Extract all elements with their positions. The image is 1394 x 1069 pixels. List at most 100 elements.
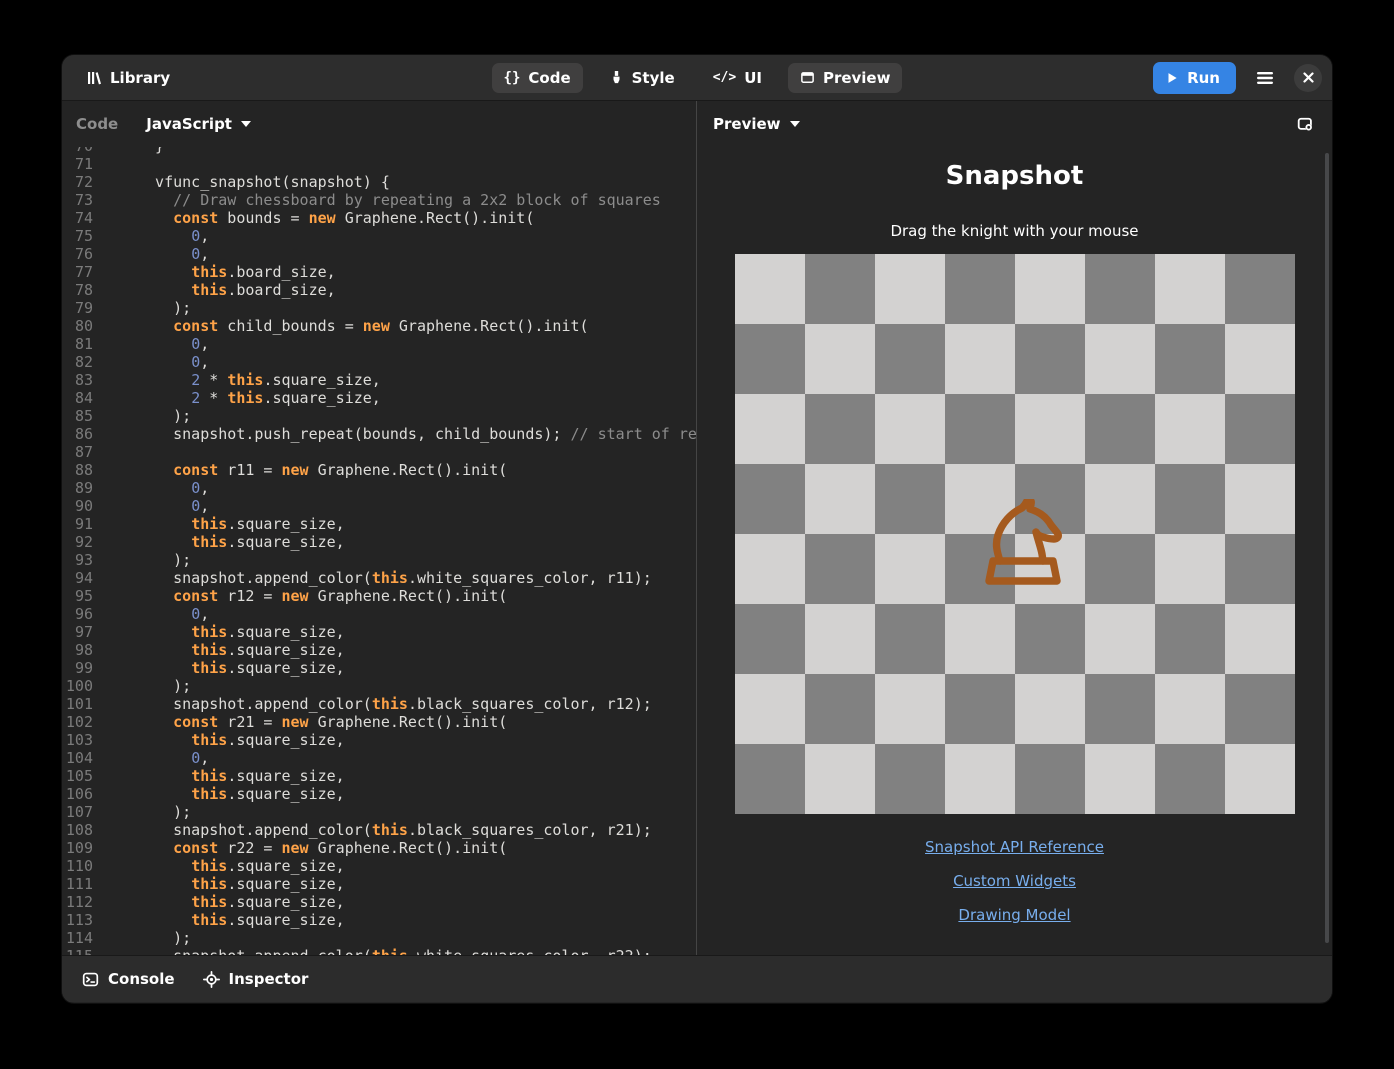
code-toggle-label: Code — [528, 69, 570, 87]
code-line: 98 this.square_size, — [62, 641, 696, 659]
code-editor[interactable]: 70 }7172 vfunc_snapshot(snapshot) {73 //… — [62, 147, 696, 955]
board-square — [1155, 674, 1225, 744]
language-selector[interactable]: JavaScript — [144, 111, 253, 137]
board-square — [1225, 604, 1295, 674]
hamburger-icon — [1256, 71, 1274, 85]
board-square — [735, 464, 805, 534]
board-square — [1155, 324, 1225, 394]
code-line: 107 ); — [62, 803, 696, 821]
code-line: 73 // Draw chessboard by repeating a 2x2… — [62, 191, 696, 209]
code-line: 101 snapshot.append_color(this.black_squ… — [62, 695, 696, 713]
code-line: 78 this.board_size, — [62, 281, 696, 299]
code-line: 99 this.square_size, — [62, 659, 696, 677]
board-square — [1085, 604, 1155, 674]
run-button[interactable]: Run — [1153, 62, 1236, 94]
board-square — [1155, 534, 1225, 604]
code-toggle-button[interactable]: {} Code — [492, 63, 583, 93]
screen-icon — [1297, 116, 1314, 133]
link-drawing-model[interactable]: Drawing Model — [697, 898, 1332, 932]
line-number: 107 — [62, 803, 93, 821]
preview-pane: Preview Snapshot — [697, 101, 1332, 955]
line-number: 84 — [62, 389, 93, 407]
code-line: 95 const r12 = new Graphene.Rect().init( — [62, 587, 696, 605]
line-number: 91 — [62, 515, 93, 533]
board-square — [1155, 744, 1225, 814]
ui-toggle-button[interactable]: </> UI — [701, 63, 774, 93]
board-square — [945, 674, 1015, 744]
board-square — [875, 534, 945, 604]
board-square — [1085, 394, 1155, 464]
board-square — [1015, 674, 1085, 744]
line-number: 96 — [62, 605, 93, 623]
code-line: 100 ); — [62, 677, 696, 695]
board-square — [805, 534, 875, 604]
line-number: 88 — [62, 461, 93, 479]
chevron-down-icon — [241, 121, 251, 127]
play-icon — [1165, 71, 1179, 85]
scrollbar-thumb[interactable] — [1325, 153, 1329, 943]
inspector-toggle-button[interactable]: Inspector — [203, 970, 309, 988]
board-square — [805, 324, 875, 394]
markup-icon: </> — [713, 70, 736, 85]
board-square — [735, 744, 805, 814]
line-number: 105 — [62, 767, 93, 785]
line-number: 113 — [62, 911, 93, 929]
preview-body: Snapshot Drag the knight with your mouse… — [697, 147, 1332, 955]
preview-selector[interactable]: Preview — [711, 111, 802, 137]
code-line: 79 ); — [62, 299, 696, 317]
board-square — [1085, 324, 1155, 394]
code-line: 93 ); — [62, 551, 696, 569]
code-lines: 70 }7172 vfunc_snapshot(snapshot) {73 //… — [62, 147, 696, 955]
line-number: 103 — [62, 731, 93, 749]
code-line: 104 0, — [62, 749, 696, 767]
link-custom-widgets[interactable]: Custom Widgets — [697, 864, 1332, 898]
board-square — [875, 464, 945, 534]
code-line: 92 this.square_size, — [62, 533, 696, 551]
code-line: 97 this.square_size, — [62, 623, 696, 641]
open-preview-window-button[interactable] — [1293, 112, 1318, 137]
chessboard[interactable] — [735, 254, 1295, 814]
line-number: 102 — [62, 713, 93, 731]
line-number: 70 — [62, 147, 93, 155]
preview-scrollbar[interactable] — [1325, 153, 1329, 943]
line-number: 78 — [62, 281, 93, 299]
line-number: 76 — [62, 245, 93, 263]
style-toggle-button[interactable]: Style — [597, 63, 687, 93]
link-snapshot-api-reference[interactable]: Snapshot API Reference — [697, 830, 1332, 864]
console-toggle-button[interactable]: Console — [82, 970, 175, 988]
code-line: 115 snapshot.append_color(this.white_squ… — [62, 947, 696, 955]
brush-icon — [609, 70, 624, 85]
code-line: 109 const r22 = new Graphene.Rect().init… — [62, 839, 696, 857]
line-number: 111 — [62, 875, 93, 893]
board-square — [1015, 394, 1085, 464]
code-line: 88 const r11 = new Graphene.Rect().init( — [62, 461, 696, 479]
code-line: 110 this.square_size, — [62, 857, 696, 875]
close-button[interactable] — [1294, 64, 1322, 92]
code-line: 74 const bounds = new Graphene.Rect().in… — [62, 209, 696, 227]
board-square — [1225, 464, 1295, 534]
board-square — [735, 324, 805, 394]
code-line: 91 this.square_size, — [62, 515, 696, 533]
line-number: 112 — [62, 893, 93, 911]
code-line: 105 this.square_size, — [62, 767, 696, 785]
board-square — [1085, 254, 1155, 324]
line-number: 98 — [62, 641, 93, 659]
board-square — [945, 394, 1015, 464]
window-icon — [800, 70, 815, 85]
menu-button[interactable] — [1250, 65, 1280, 91]
knight-piece[interactable] — [984, 499, 1062, 585]
line-number: 85 — [62, 407, 93, 425]
chevron-down-icon — [790, 121, 800, 127]
line-number: 110 — [62, 857, 93, 875]
code-line: 94 snapshot.append_color(this.white_squa… — [62, 569, 696, 587]
board-square — [1155, 254, 1225, 324]
board-square — [875, 744, 945, 814]
line-number: 101 — [62, 695, 93, 713]
board-square — [1015, 324, 1085, 394]
code-line: 76 0, — [62, 245, 696, 263]
line-number: 99 — [62, 659, 93, 677]
preview-toggle-button[interactable]: Preview — [788, 63, 903, 93]
demo-subtitle: Drag the knight with your mouse — [697, 222, 1332, 240]
braces-icon: {} — [504, 70, 521, 86]
board-square — [1085, 744, 1155, 814]
